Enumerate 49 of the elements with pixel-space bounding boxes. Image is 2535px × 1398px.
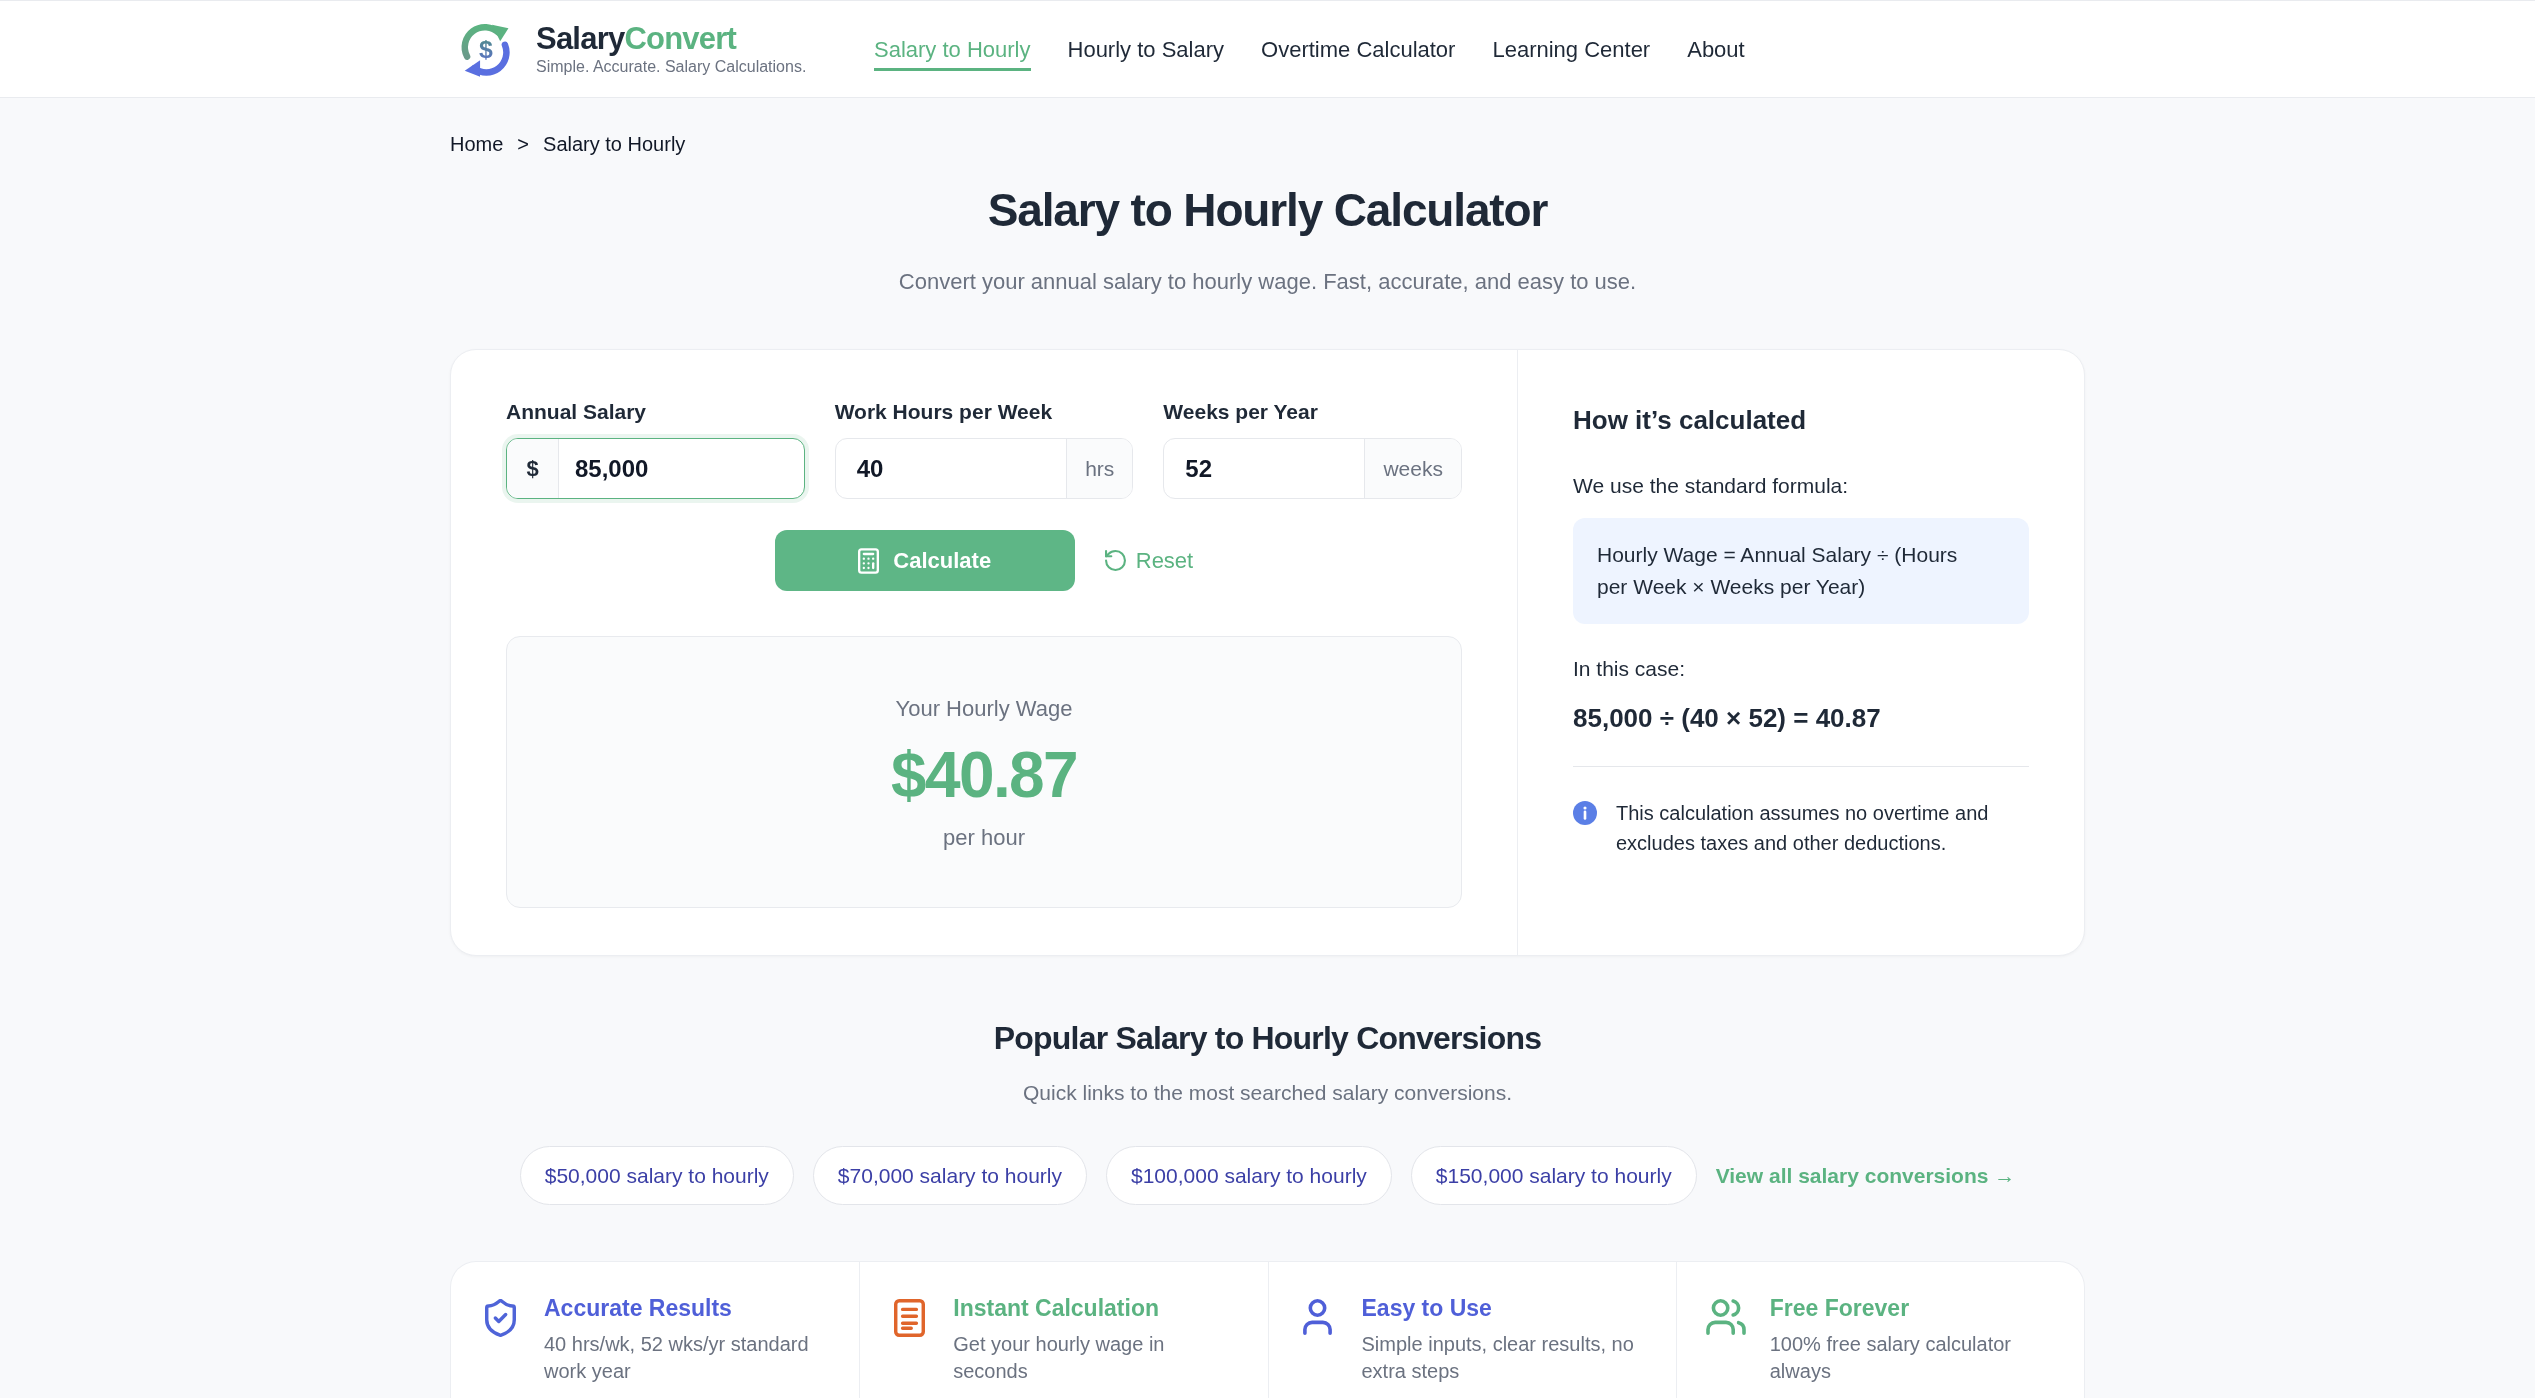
calculator-icon xyxy=(858,547,880,574)
unit-label: hrs xyxy=(1066,439,1133,498)
conversion-link[interactable]: $150,000 salary to hourly xyxy=(1410,1146,1697,1205)
currency-symbol: $ xyxy=(507,439,559,498)
result-value: $40.87 xyxy=(890,739,1078,811)
breadcrumb-link[interactable]: Home xyxy=(450,129,504,159)
explanation-intro: We use the standard formula: xyxy=(1573,473,1850,499)
case-formula: 85,000 ÷ (40 × 52) = 40.87 xyxy=(1573,702,1882,735)
field-label: Annual Salary xyxy=(506,399,648,425)
page-title: Salary to Hourly Calculator xyxy=(987,183,1548,238)
breadcrumb-current: Salary to Hourly xyxy=(543,132,686,157)
feature-description: Simple inputs, clear results, no extra steps xyxy=(1361,1332,1635,1384)
weeks-field[interactable]: 52 weeks xyxy=(1163,438,1462,499)
result-unit: per hour xyxy=(943,824,1025,852)
section-subtitle: Quick links to the most searched salary conversions. xyxy=(1022,1080,1512,1106)
case-label: In this case: xyxy=(1573,656,1687,682)
nav-link[interactable]: Hourly to Salary xyxy=(1067,27,1225,71)
feature-title: Free Forever xyxy=(1769,1294,1911,1323)
result-label: Your Hourly Wage xyxy=(895,695,1073,723)
conversion-link[interactable]: $100,000 salary to hourly xyxy=(1106,1146,1392,1205)
nav-link[interactable]: About xyxy=(1687,27,1745,71)
section-title: Popular Salary to Hourly Conversions xyxy=(993,1019,1542,1058)
weeks-input[interactable]: 52 xyxy=(1164,439,1365,498)
salary-field[interactable]: $ 85,000 xyxy=(506,438,805,499)
brand-name[interactable]: SalaryConvert xyxy=(536,21,807,57)
conversion-link[interactable]: $70,000 salary to hourly xyxy=(812,1146,1087,1205)
conversion-link[interactable]: $50,000 salary to hourly xyxy=(519,1146,794,1205)
feature-description: Get your hourly wage in seconds xyxy=(953,1332,1166,1384)
feature-description: 100% free salary calculator always xyxy=(1769,1332,2012,1384)
brand-tagline: Simple. Accurate. Salary Calculations. xyxy=(536,57,807,77)
formula-block: Hourly Wage = Annual Salary ÷ (Hours per Week × Weeks per Year) xyxy=(1573,518,2029,624)
explanation-title: How it’s calculated xyxy=(1573,404,1808,437)
hours-field[interactable]: 40 hrs xyxy=(834,438,1134,499)
nav-link[interactable]: Overtime Calculator xyxy=(1261,27,1456,71)
field-label: Weeks per Year xyxy=(1163,399,1319,425)
feature-description: 40 hrs/wk, 52 wks/yr standard work year xyxy=(544,1332,810,1384)
breadcrumb-separator: > xyxy=(517,132,530,157)
info-icon xyxy=(1573,801,1597,825)
reset-icon xyxy=(1104,550,1126,571)
salary-input[interactable]: 85,000 xyxy=(559,439,804,498)
page-subtitle: Convert your annual salary to hourly wage. Fast, accurate, and easy to use. xyxy=(898,268,1637,296)
nav-link[interactable]: Learning Center xyxy=(1492,27,1651,71)
feature-title: Instant Calculation xyxy=(953,1294,1160,1323)
unit-label: weeks xyxy=(1364,439,1461,498)
feature-title: Accurate Results xyxy=(544,1294,733,1323)
feature-title: Easy to Use xyxy=(1361,1294,1493,1323)
calculation-note: This calculation assumes no overtime and excludes taxes and other deductions. xyxy=(1616,801,1990,856)
field-label: Work Hours per Week xyxy=(834,399,1054,425)
hours-input[interactable]: 40 xyxy=(835,439,1067,498)
